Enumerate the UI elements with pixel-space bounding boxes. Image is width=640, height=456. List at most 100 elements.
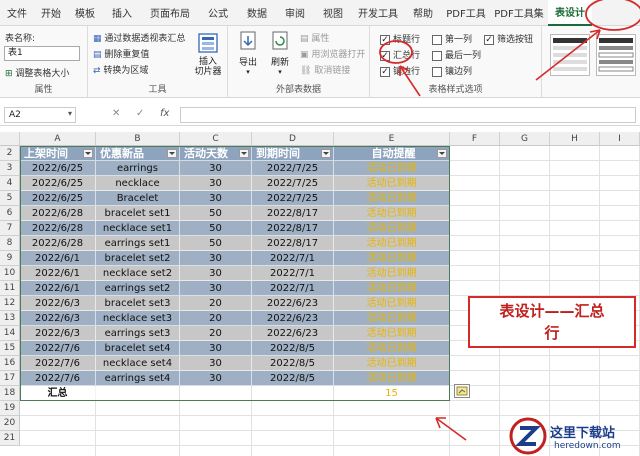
tab-10[interactable]: 帮助 bbox=[404, 0, 442, 26]
table-cell[interactable]: earrings bbox=[96, 161, 180, 176]
tab-2[interactable]: 模板 bbox=[68, 0, 102, 26]
unlink-button[interactable]: ⛓ 取消链接 bbox=[300, 63, 350, 76]
table-cell[interactable]: bracelet set2 bbox=[96, 251, 180, 266]
table-cell[interactable]: 2022/6/1 bbox=[20, 281, 96, 296]
convert-range-button[interactable]: ⇄ 转换为区域 bbox=[93, 63, 148, 76]
column-header-D[interactable]: D bbox=[252, 132, 334, 146]
select-all-corner[interactable] bbox=[0, 132, 20, 146]
table-cell[interactable]: 2022/6/28 bbox=[20, 206, 96, 221]
table-cell[interactable]: 活动已到期 bbox=[334, 311, 450, 326]
column-header-I[interactable]: I bbox=[600, 132, 640, 146]
tab-4[interactable]: 页面布局 bbox=[142, 0, 198, 26]
table-cell[interactable]: 活动已到期 bbox=[334, 161, 450, 176]
tab-1[interactable]: 开始 bbox=[34, 0, 68, 26]
total-value-cell[interactable]: 15 bbox=[334, 386, 450, 401]
table-cell[interactable]: 2022/7/1 bbox=[252, 281, 334, 296]
tab-11[interactable]: PDF工具 bbox=[442, 0, 490, 26]
total-label-cell[interactable]: 汇总 bbox=[20, 386, 96, 401]
table-cell[interactable]: necklace set3 bbox=[96, 311, 180, 326]
column-header-E[interactable]: E bbox=[334, 132, 450, 146]
table-cell[interactable]: 30 bbox=[180, 251, 252, 266]
table-cell[interactable]: 活动已到期 bbox=[334, 206, 450, 221]
table-cell[interactable]: 活动已到期 bbox=[334, 326, 450, 341]
checkbox-unchecked-icon[interactable] bbox=[432, 34, 442, 45]
table-cell[interactable]: 2022/6/3 bbox=[20, 296, 96, 311]
table-cell[interactable]: 2022/6/1 bbox=[20, 251, 96, 266]
table-cell[interactable]: bracelet set4 bbox=[96, 341, 180, 356]
tab-3[interactable]: 插入 bbox=[102, 0, 142, 26]
table-cell[interactable]: 活动已到期 bbox=[334, 191, 450, 206]
table-cell[interactable]: 2022/6/23 bbox=[252, 326, 334, 341]
table-cell[interactable]: 30 bbox=[180, 341, 252, 356]
table-cell[interactable]: 2022/6/3 bbox=[20, 311, 96, 326]
table-cell[interactable]: 30 bbox=[180, 161, 252, 176]
row-header-10[interactable]: 10 bbox=[0, 266, 20, 281]
properties-button[interactable]: ▤ 属性 bbox=[300, 31, 329, 44]
row-header-18[interactable]: 18 bbox=[0, 386, 20, 401]
row-header-2[interactable]: 2 bbox=[0, 146, 20, 161]
insert-slicer-button[interactable]: 插入 切片器 bbox=[192, 30, 224, 80]
tab-0[interactable]: 文件 bbox=[0, 0, 34, 26]
table-cell[interactable]: 2022/7/25 bbox=[252, 176, 334, 191]
table-cell[interactable]: earrings set3 bbox=[96, 326, 180, 341]
column-header-G[interactable]: G bbox=[500, 132, 550, 146]
table-cell[interactable]: Bracelet bbox=[96, 191, 180, 206]
table-header-cell[interactable]: 优惠新品 bbox=[96, 146, 180, 161]
resize-table-button[interactable]: ⊞ 调整表格大小 bbox=[5, 66, 69, 79]
row-header-15[interactable]: 15 bbox=[0, 341, 20, 356]
table-cell[interactable]: 2022/6/3 bbox=[20, 326, 96, 341]
table-name-input[interactable]: 表1 bbox=[4, 46, 80, 61]
table-cell[interactable]: 50 bbox=[180, 236, 252, 251]
column-header-B[interactable]: B bbox=[96, 132, 180, 146]
row-header-17[interactable]: 17 bbox=[0, 371, 20, 386]
table-cell[interactable]: 20 bbox=[180, 326, 252, 341]
table-header-cell[interactable]: 到期时间 bbox=[252, 146, 334, 161]
table-cell[interactable]: bracelet set1 bbox=[96, 206, 180, 221]
table-cell[interactable]: 活动已到期 bbox=[334, 281, 450, 296]
table-cell[interactable]: 活动已到期 bbox=[334, 221, 450, 236]
table-cell[interactable]: necklace set4 bbox=[96, 356, 180, 371]
row-header-11[interactable]: 11 bbox=[0, 281, 20, 296]
table-cell[interactable]: 50 bbox=[180, 221, 252, 236]
table-cell[interactable]: 活动已到期 bbox=[334, 251, 450, 266]
table-cell[interactable]: 活动已到期 bbox=[334, 356, 450, 371]
style-option-1[interactable]: 第一列 bbox=[432, 32, 472, 45]
style-option-6[interactable]: 镶边列 bbox=[432, 64, 472, 77]
row-header-9[interactable]: 9 bbox=[0, 251, 20, 266]
table-cell[interactable]: 30 bbox=[180, 266, 252, 281]
table-cell[interactable]: 2022/7/6 bbox=[20, 371, 96, 386]
tab-7[interactable]: 审阅 bbox=[276, 0, 314, 26]
row-header-13[interactable]: 13 bbox=[0, 311, 20, 326]
table-cell[interactable]: 2022/6/25 bbox=[20, 191, 96, 206]
style-option-5[interactable]: ✓ 镶边行 bbox=[380, 64, 420, 77]
table-cell[interactable]: 30 bbox=[180, 191, 252, 206]
style-option-4[interactable]: 最后一列 bbox=[432, 48, 481, 61]
remove-duplicates-button[interactable]: ▤ 删除重复值 bbox=[93, 47, 149, 60]
tab-5[interactable]: 公式 bbox=[198, 0, 238, 26]
table-cell[interactable]: 2022/6/28 bbox=[20, 236, 96, 251]
checkbox-checked-icon[interactable]: ✓ bbox=[380, 34, 390, 45]
style-option-2[interactable]: ✓ 筛选按钮 bbox=[484, 32, 533, 45]
table-cell[interactable]: necklace set2 bbox=[96, 266, 180, 281]
tab-12[interactable]: PDF工具集 bbox=[490, 0, 548, 26]
table-cell[interactable]: necklace set1 bbox=[96, 221, 180, 236]
table-cell[interactable]: 2022/6/23 bbox=[252, 296, 334, 311]
table-cell[interactable]: 2022/7/25 bbox=[252, 191, 334, 206]
tab-8[interactable]: 视图 bbox=[314, 0, 352, 26]
table-cell[interactable]: 2022/8/5 bbox=[252, 341, 334, 356]
table-header-cell[interactable]: 活动天数 bbox=[180, 146, 252, 161]
table-cell[interactable]: necklace bbox=[96, 176, 180, 191]
table-cell[interactable]: 2022/8/5 bbox=[252, 356, 334, 371]
row-header-6[interactable]: 6 bbox=[0, 206, 20, 221]
name-box-chevron-icon[interactable]: ▾ bbox=[68, 109, 72, 118]
table-cell[interactable]: earrings set1 bbox=[96, 236, 180, 251]
formula-input[interactable] bbox=[180, 107, 636, 123]
name-box[interactable]: A2 bbox=[4, 107, 76, 123]
column-header-A[interactable]: A bbox=[20, 132, 96, 146]
filter-dropdown-icon[interactable] bbox=[83, 149, 93, 158]
table-cell[interactable]: 30 bbox=[180, 176, 252, 191]
table-style-swatch[interactable] bbox=[596, 34, 636, 76]
table-cell[interactable]: bracelet set3 bbox=[96, 296, 180, 311]
filter-dropdown-icon[interactable] bbox=[239, 149, 249, 158]
column-header-C[interactable]: C bbox=[180, 132, 252, 146]
